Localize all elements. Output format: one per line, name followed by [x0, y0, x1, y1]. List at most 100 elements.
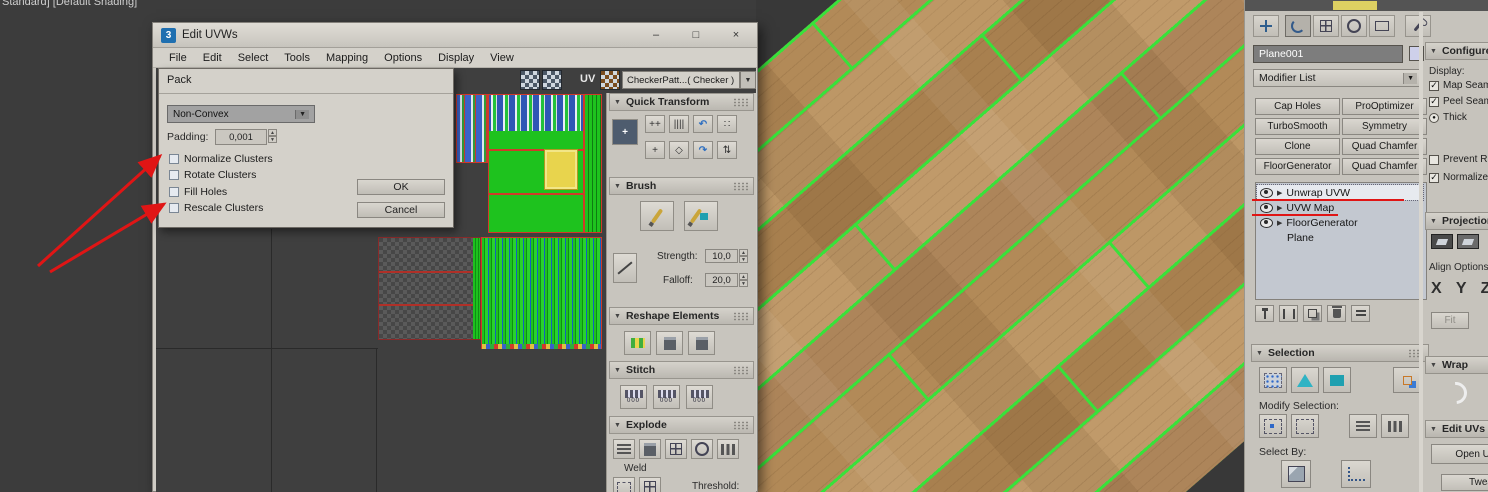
modifier-list-dropdown[interactable]: Modifier List ▼	[1253, 69, 1423, 87]
freeform-gizmo-button[interactable]: +	[612, 119, 638, 145]
rollout-stitch[interactable]: ▼ Stitch	[609, 361, 754, 379]
align-to-edge-button[interactable]: +	[645, 141, 665, 159]
axis-buttons[interactable]: X Y Z	[1431, 280, 1488, 298]
uv-island-striped[interactable]	[456, 94, 488, 163]
uv-island-checker[interactable]	[378, 237, 481, 340]
spinner-up-icon[interactable]: ▲	[268, 129, 277, 136]
rollout-wrap[interactable]: ▼ Wrap	[1425, 356, 1488, 374]
tab-hierarchy[interactable]	[1313, 15, 1339, 37]
modifier-button-floorgenerator[interactable]: FloorGenerator	[1255, 158, 1340, 175]
modifier-button-clone[interactable]: Clone	[1255, 138, 1340, 155]
weld-selected-button[interactable]	[613, 477, 635, 492]
minimize-button[interactable]: –	[649, 29, 663, 41]
pack-method-dropdown[interactable]: Non-Convex ▼	[167, 105, 315, 123]
padding-value-field[interactable]: 0,001	[215, 129, 267, 145]
stack-item-plane[interactable]: Plane	[1257, 230, 1423, 245]
ok-button[interactable]: OK	[357, 179, 445, 195]
visibility-eye-icon[interactable]	[1260, 217, 1273, 228]
select-polygon-button[interactable]	[1323, 367, 1351, 393]
menu-view[interactable]: View	[482, 50, 522, 66]
expand-arrow-icon[interactable]: ▶	[1277, 189, 1282, 197]
rollout-reshape-elements[interactable]: ▼ Reshape Elements	[609, 307, 754, 325]
rollout-projection[interactable]: ▼ Projection	[1425, 212, 1488, 230]
stitch-source-button[interactable]: 000	[686, 385, 713, 409]
open-uv-editor-button[interactable]: Open UV	[1431, 444, 1488, 464]
spinner-down-icon[interactable]: ▼	[739, 256, 748, 263]
modifier-button-quad-chamfer-2[interactable]: Quad Chamfer	[1342, 158, 1427, 175]
explode-by-face-button[interactable]	[639, 439, 661, 459]
rollout-selection[interactable]: ▼ Selection	[1251, 344, 1429, 362]
spinner-down-icon[interactable]: ▼	[739, 280, 748, 287]
space-vertical-button[interactable]: ⇅	[717, 141, 737, 159]
falloff-spinner[interactable]: ▲ ▼	[739, 273, 748, 287]
stitch-average-button[interactable]: 000	[653, 385, 680, 409]
paint-move-brush-button[interactable]	[640, 201, 674, 231]
menu-file[interactable]: File	[161, 50, 195, 66]
remove-modifier-button[interactable]	[1327, 305, 1346, 322]
menu-select[interactable]: Select	[230, 50, 277, 66]
menu-tools[interactable]: Tools	[276, 50, 318, 66]
falloff-curve-button[interactable]	[613, 253, 637, 283]
flatten-mapping-button[interactable]	[717, 439, 739, 459]
strength-spinner[interactable]: ▲ ▼	[739, 249, 748, 263]
spinner-down-icon[interactable]: ▼	[268, 136, 277, 143]
pin-stack-button[interactable]	[1255, 305, 1274, 322]
viewport-shading-label[interactable]: Standard] [Default Shading]	[2, 0, 137, 8]
configure-modifier-sets-button[interactable]	[1351, 305, 1370, 322]
stack-item-uvw-map[interactable]: ▶ UVW Map	[1257, 200, 1423, 215]
uv-island-strip[interactable]	[584, 94, 602, 233]
stack-item-floorgenerator[interactable]: ▶ FloorGenerator	[1257, 215, 1423, 230]
panel-tab-highlight[interactable]	[1333, 1, 1377, 10]
rollout-configure[interactable]: ▼ Configure	[1425, 42, 1488, 60]
spinner-up-icon[interactable]: ▲	[739, 249, 748, 256]
spinner-up-icon[interactable]: ▲	[739, 273, 748, 280]
visibility-eye-icon[interactable]	[1260, 202, 1273, 213]
checkbox-normalize-clusters[interactable]: Normalize Clusters	[169, 153, 273, 165]
checkbox-rotate-clusters[interactable]: Rotate Clusters	[169, 169, 256, 181]
tab-display[interactable]	[1369, 15, 1395, 37]
rotate-cw-button[interactable]: ↷	[693, 141, 713, 159]
menu-options[interactable]: Options	[376, 50, 430, 66]
rotate-ccw-button[interactable]: ↶	[693, 115, 713, 133]
texture-selector-arrow[interactable]: ▼	[740, 71, 756, 89]
rollout-edit-uvs[interactable]: ▼ Edit UVs	[1425, 420, 1488, 438]
align-vertical-button[interactable]: ||||	[669, 115, 689, 133]
checkbox-prevent-reflattening[interactable]: Prevent R	[1429, 154, 1487, 165]
uv-island-selected[interactable]	[544, 149, 578, 190]
menu-edit[interactable]: Edit	[195, 50, 230, 66]
perspective-viewport[interactable]	[756, 0, 1244, 492]
window-titlebar[interactable]: 3 Edit UVWs – □ ×	[153, 23, 757, 48]
tab-modify[interactable]	[1285, 15, 1311, 37]
show-end-result-button[interactable]	[1279, 305, 1298, 322]
modifier-button-turbosmooth[interactable]: TurboSmooth	[1255, 118, 1340, 135]
select-row-button[interactable]	[1349, 414, 1377, 438]
rollout-quick-transform[interactable]: ▼ Quick Transform	[609, 93, 754, 111]
cylindrical-projection-button[interactable]	[1457, 234, 1479, 249]
checkbox-peel-seams[interactable]: ✓ Peel Seams	[1429, 96, 1488, 107]
stitch-custom-button[interactable]: 000	[620, 385, 647, 409]
uv-island-bottom[interactable]	[481, 237, 602, 349]
radio-thick[interactable]: ● Thick	[1429, 112, 1467, 123]
visibility-eye-icon[interactable]	[1260, 187, 1273, 198]
grow-selection-button[interactable]	[1259, 414, 1287, 438]
rollout-explode[interactable]: ▼ Explode	[609, 416, 754, 434]
stack-item-unwrap-uvw[interactable]: ▶ Unwrap UVW	[1256, 184, 1424, 201]
align-horizontal-button[interactable]: ++	[645, 115, 665, 133]
menu-display[interactable]: Display	[430, 50, 482, 66]
shrink-selection-button[interactable]	[1291, 414, 1319, 438]
fit-button[interactable]: Fit	[1431, 312, 1469, 329]
planar-projection-button[interactable]	[1431, 234, 1453, 249]
straighten-selection-button[interactable]	[624, 331, 651, 355]
padding-spinner[interactable]: ▲ ▼	[268, 129, 277, 143]
falloff-value-field[interactable]: 20,0	[705, 273, 738, 287]
relax-until-flat-button[interactable]	[656, 331, 683, 355]
strength-value-field[interactable]: 10,0	[705, 249, 738, 263]
maximize-button[interactable]: □	[689, 29, 703, 41]
panel-column-divider[interactable]	[1419, 12, 1423, 492]
object-name-field[interactable]: Plane001	[1253, 45, 1403, 63]
modifier-button-symmetry[interactable]: Symmetry	[1342, 118, 1427, 135]
relax-brush-button[interactable]	[684, 201, 718, 231]
space-horizontal-button[interactable]: ∷	[717, 115, 737, 133]
checker-pattern-icon-2[interactable]	[542, 70, 562, 90]
checkbox-fill-holes[interactable]: Fill Holes	[169, 186, 227, 198]
